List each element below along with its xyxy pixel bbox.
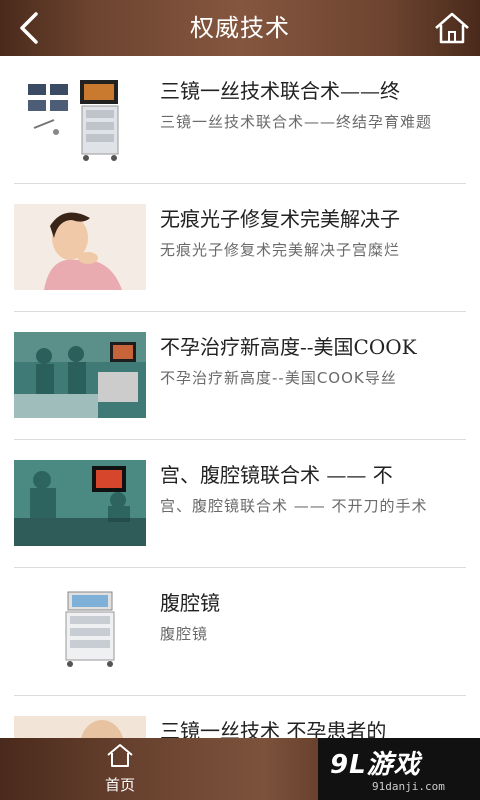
partial-image [14, 716, 146, 738]
home-button[interactable] [432, 8, 472, 48]
item-title: 腹腔镜 [160, 591, 220, 615]
nav-home-button[interactable]: 首页 [90, 742, 150, 798]
item-title: 三镜一丝技术联合术——终 [160, 79, 400, 103]
list-item[interactable]: 腹腔镜 腹腔镜 [14, 568, 466, 696]
top-bar: 权威技术 [0, 0, 480, 56]
item-desc: 不孕治疗新高度--美国COOK导丝 [160, 369, 397, 387]
site-watermark: 9L游戏 91danji.com [318, 738, 480, 800]
page-title: 权威技术 [190, 14, 290, 42]
medical-equipment-image [14, 76, 146, 162]
item-title: 三镜一丝技术 不孕患者的 [160, 719, 387, 738]
surgery-team-image [14, 460, 146, 546]
list-item[interactable]: 三镜一丝技术 不孕患者的 [14, 696, 466, 738]
item-desc: 腹腔镜 [160, 625, 209, 643]
list-item[interactable]: 不孕治疗新高度--美国COOK 不孕治疗新高度--美国COOK导丝 [14, 312, 466, 440]
nav-home-label: 首页 [104, 776, 135, 794]
laparoscope-cart-image [48, 588, 144, 674]
watermark-logo: 9L游戏 [330, 750, 421, 780]
item-title: 不孕治疗新高度--美国COOK [160, 335, 417, 359]
home-outline-icon [107, 744, 133, 767]
list-item[interactable]: 无痕光子修复术完美解决子 无痕光子修复术完美解决子宫糜烂 [14, 184, 466, 312]
operating-room-image [14, 332, 146, 418]
item-desc: 三镜一丝技术联合术——终结孕育难题 [160, 113, 433, 131]
woman-portrait-image [14, 204, 146, 290]
item-desc: 宫、腹腔镜联合术 —— 不开刀的手术 [160, 497, 428, 515]
list-item[interactable]: 宫、腹腔镜联合术 —— 不 宫、腹腔镜联合术 —— 不开刀的手术 [14, 440, 466, 568]
item-title: 无痕光子修复术完美解决子 [160, 207, 400, 231]
item-title: 宫、腹腔镜联合术 —— 不 [160, 463, 393, 487]
home-icon [435, 12, 469, 44]
list-item[interactable]: 三镜一丝技术联合术——终 三镜一丝技术联合术——终结孕育难题 [14, 56, 466, 184]
item-desc: 无痕光子修复术完美解决子宫糜烂 [160, 241, 401, 259]
watermark-url: 91danji.com [372, 780, 445, 793]
article-list: 三镜一丝技术联合术——终 三镜一丝技术联合术——终结孕育难题 无痕光子修复术完美… [0, 56, 480, 738]
